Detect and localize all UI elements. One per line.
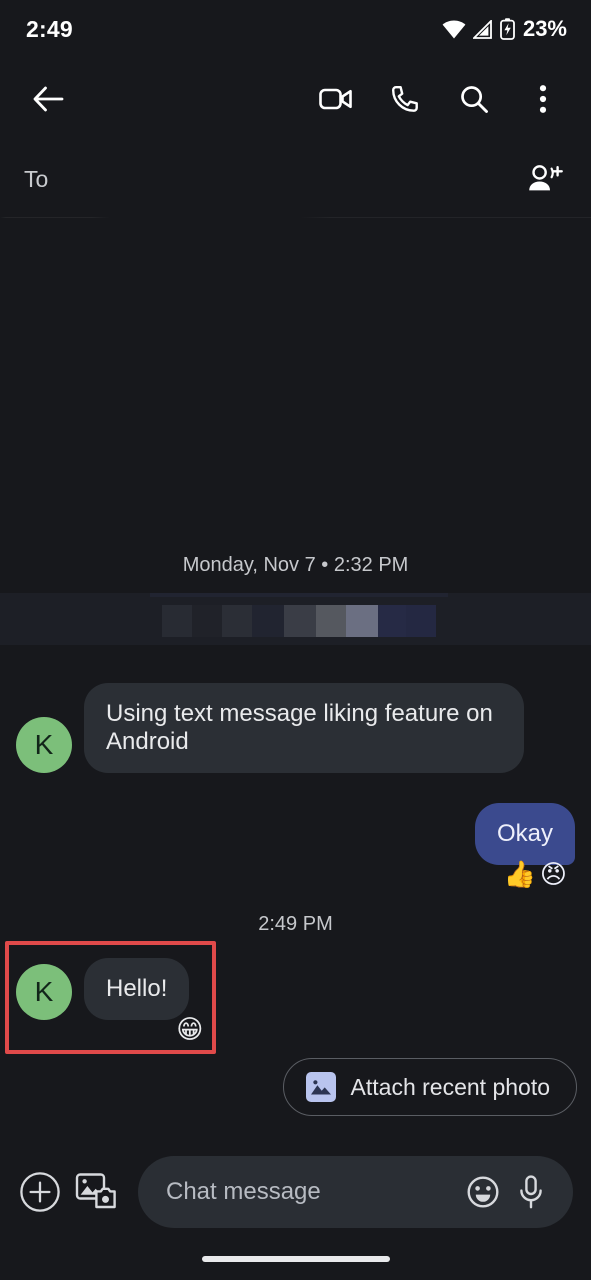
spacer-after-chip [0, 1116, 591, 1146]
battery-charging-icon [500, 18, 515, 40]
recipient-name-redacted[interactable] [116, 151, 268, 207]
app-bar [0, 58, 591, 140]
add-person-icon[interactable] [519, 153, 571, 205]
redacted-banner [0, 592, 591, 645]
plus-circle-icon[interactable] [14, 1166, 66, 1218]
reaction-thumbs-up-icon[interactable]: 👍 [504, 861, 536, 887]
message-row-incoming[interactable]: K Using text message liking feature on A… [0, 682, 591, 773]
spacer-between-messages [0, 773, 591, 803]
spacer-after-banner [0, 645, 591, 683]
recipient-row[interactable]: To [0, 140, 591, 218]
voice-call-icon[interactable] [379, 73, 431, 125]
gesture-nav-area [0, 1238, 591, 1280]
wifi-icon [442, 20, 466, 39]
search-icon[interactable] [448, 73, 500, 125]
cellular-signal-icon [472, 19, 493, 39]
image-icon [305, 1072, 336, 1102]
status-bar: 2:49 23% [0, 0, 591, 58]
chat-message-placeholder: Chat message [166, 1178, 321, 1205]
overflow-menu-icon[interactable] [517, 73, 569, 125]
gallery-camera-icon[interactable] [70, 1166, 122, 1218]
to-label: To [24, 165, 49, 192]
composer-bar: Chat message [0, 1146, 591, 1238]
message-bubble[interactable]: Okay 👍 😠 [474, 802, 575, 887]
messages-app-screen: 2:49 23% To Monday, Nov 7 • 2:32 PM K Us… [0, 0, 591, 1280]
day-separator: Monday, Nov 7 • 2:32 PM [182, 553, 409, 576]
suggestion-chip-row: Attach recent photo [0, 1058, 591, 1116]
message-reactions[interactable]: 😁 [176, 1016, 203, 1042]
message-row-outgoing[interactable]: Okay 👍 😠 [0, 802, 591, 887]
app-bar-actions [310, 73, 569, 125]
attach-recent-photo-chip[interactable]: Attach recent photo [282, 1058, 577, 1116]
reaction-angry-face-icon[interactable]: 😠 [540, 861, 567, 887]
gesture-pill[interactable] [201, 1256, 390, 1262]
avatar[interactable]: K [16, 964, 72, 1020]
spacer-before-hello [0, 942, 591, 958]
message-bubble[interactable]: Using text message liking feature on And… [84, 682, 524, 773]
microphone-icon[interactable] [507, 1168, 555, 1216]
redacted-banner-cap [150, 592, 448, 597]
message-row-incoming-highlighted[interactable]: K Hello! 😁 [0, 957, 591, 1042]
status-indicators: 23% [442, 16, 567, 42]
reaction-grinning-face-icon[interactable]: 😁 [176, 1016, 203, 1042]
chip-label: Attach recent photo [350, 1073, 550, 1100]
status-clock: 2:49 [26, 15, 73, 42]
message-text: Okay [496, 819, 553, 847]
inline-timestamp: 2:49 PM [258, 912, 333, 935]
conversation-thread: Monday, Nov 7 • 2:32 PM K Using text mes… [0, 218, 591, 1146]
battery-percent-label: 23% [522, 16, 567, 41]
chat-message-input[interactable]: Chat message [138, 1156, 573, 1228]
message-text: Hello! [106, 974, 168, 1002]
back-arrow-icon[interactable] [22, 73, 74, 125]
message-bubble[interactable]: Hello! 😁 [84, 957, 203, 1042]
spacer-before-chip [0, 1020, 591, 1058]
spacer-before-timestamp [0, 865, 591, 903]
message-reactions[interactable]: 👍 😠 [504, 861, 567, 887]
emoji-smiley-icon[interactable] [459, 1168, 507, 1216]
avatar[interactable]: K [16, 716, 72, 773]
video-call-icon[interactable] [310, 73, 362, 125]
